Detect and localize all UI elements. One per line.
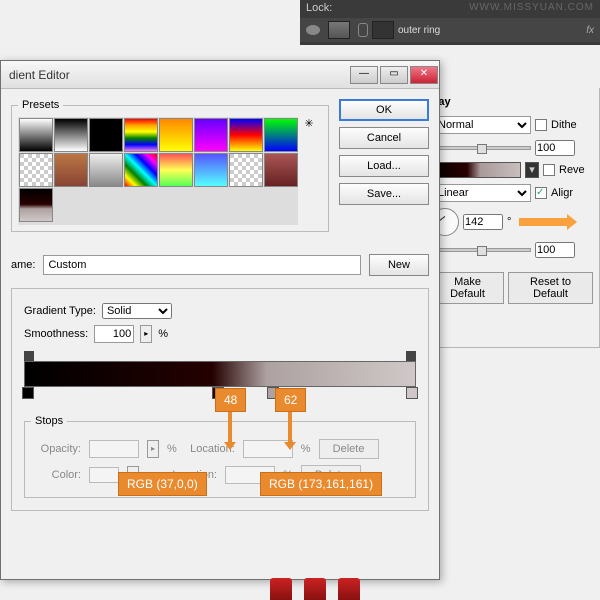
scale-input[interactable] [535,242,575,258]
mask-thumb[interactable] [372,21,394,39]
stop-color-label: Color: [31,469,81,481]
preset-swatch[interactable] [89,118,123,152]
preset-swatch[interactable] [54,153,88,187]
angle-unit: ° [507,216,511,228]
preset-swatch[interactable] [19,188,53,222]
overlay-title: rlay [431,96,593,108]
smoothness-stepper[interactable]: ▸ [140,325,152,343]
gradient-type-select[interactable]: Solid [102,303,172,319]
stop-opacity-stepper: ▸ [147,440,159,458]
preset-swatch[interactable] [159,118,193,152]
layer-row[interactable]: outer ring fx [300,18,600,42]
reverse-checkbox[interactable] [543,164,555,176]
reset-default-button[interactable]: Reset to Default [508,272,593,304]
smoothness-input[interactable] [94,325,134,343]
annotation-rgb2: RGB (173,161,161) [260,472,382,496]
link-icon [358,23,368,37]
presets-fieldset: Presets ✳ [11,99,329,232]
gradient-overlay-panel: rlay Normal Dithe ▾ Reve Linear Aligr ° … [424,88,600,348]
lock-label: Lock: [306,2,332,14]
align-label: Aligr [551,187,573,199]
annotation-pos-62: 62 [275,388,306,412]
opacity-input[interactable] [535,140,575,156]
smoothness-unit: % [158,328,168,340]
preset-swatch[interactable] [159,153,193,187]
annotation-arrow-down-icon [228,410,232,444]
align-checkbox[interactable] [535,187,547,199]
annotation-arrow-icon [519,218,569,226]
preset-swatch[interactable] [194,153,228,187]
fx-badge[interactable]: fx [586,25,594,36]
preset-swatch[interactable] [229,118,263,152]
dither-label: Dithe [551,119,577,131]
stop-opacity-input [89,440,139,458]
opacity-stop-left[interactable] [24,351,34,361]
scale-slider[interactable] [431,248,531,252]
red-shapes [270,578,360,600]
stop-opacity-label: Opacity: [31,443,81,455]
cancel-button[interactable]: Cancel [339,127,429,149]
stop-color-swatch [89,467,119,483]
preset-swatch[interactable] [19,118,53,152]
preset-swatch[interactable] [194,118,228,152]
preset-swatch[interactable] [124,118,158,152]
color-stop-1[interactable] [22,387,34,399]
name-input[interactable] [43,255,361,275]
preset-swatch[interactable] [264,153,298,187]
preset-swatch[interactable] [264,118,298,152]
stops-label: Stops [31,415,67,427]
presets-menu-icon[interactable]: ✳ [302,117,316,225]
smoothness-label: Smoothness: [24,328,88,340]
titlebar[interactable]: dient Editor — ▭ ✕ [1,61,439,89]
presets-label: Presets [18,99,63,111]
preset-swatch[interactable] [54,118,88,152]
blend-mode-select[interactable]: Normal [431,116,531,134]
save-button[interactable]: Save... [339,183,429,205]
percent-label-2: % [301,443,311,455]
name-label: ame: [11,259,35,271]
percent-label: % [167,443,177,455]
gradient-bar[interactable] [24,361,416,387]
presets-grid [18,117,298,225]
visibility-eye-icon[interactable] [306,25,320,35]
color-stop-4[interactable] [406,387,418,399]
opacity-slider[interactable] [431,146,531,150]
angle-input[interactable] [463,214,503,230]
preset-swatch[interactable] [89,153,123,187]
style-select[interactable]: Linear [431,184,531,202]
new-button[interactable]: New [369,254,429,276]
close-button[interactable]: ✕ [410,66,438,84]
annotation-arrow-down-icon-2 [288,410,292,444]
annotation-pos-48: 48 [215,388,246,412]
make-default-button[interactable]: Make Default [431,272,504,304]
window-title: dient Editor [9,68,349,82]
maximize-button[interactable]: ▭ [380,66,408,84]
gradient-dropdown-icon[interactable]: ▾ [525,162,539,178]
dither-checkbox[interactable] [535,119,547,131]
preset-swatch[interactable] [124,153,158,187]
gradient-type-label: Gradient Type: [24,305,96,317]
layer-thumb[interactable] [328,21,350,39]
delete-opacity-stop-button: Delete [319,439,379,459]
annotation-rgb1: RGB (37,0,0) [118,472,207,496]
gradient-preview[interactable] [431,162,521,178]
ok-button[interactable]: OK [339,99,429,121]
watermark-url: WWW.MISSYUAN.COM [469,2,594,13]
load-button[interactable]: Load... [339,155,429,177]
opacity-stop-right[interactable] [406,351,416,361]
minimize-button[interactable]: — [350,66,378,84]
preset-swatch[interactable] [19,153,53,187]
gradient-editor-window: dient Editor — ▭ ✕ Presets ✳ OK Cancel L… [0,60,440,580]
layer-name[interactable]: outer ring [398,25,586,36]
preset-swatch[interactable] [229,153,263,187]
reverse-label: Reve [559,164,585,176]
